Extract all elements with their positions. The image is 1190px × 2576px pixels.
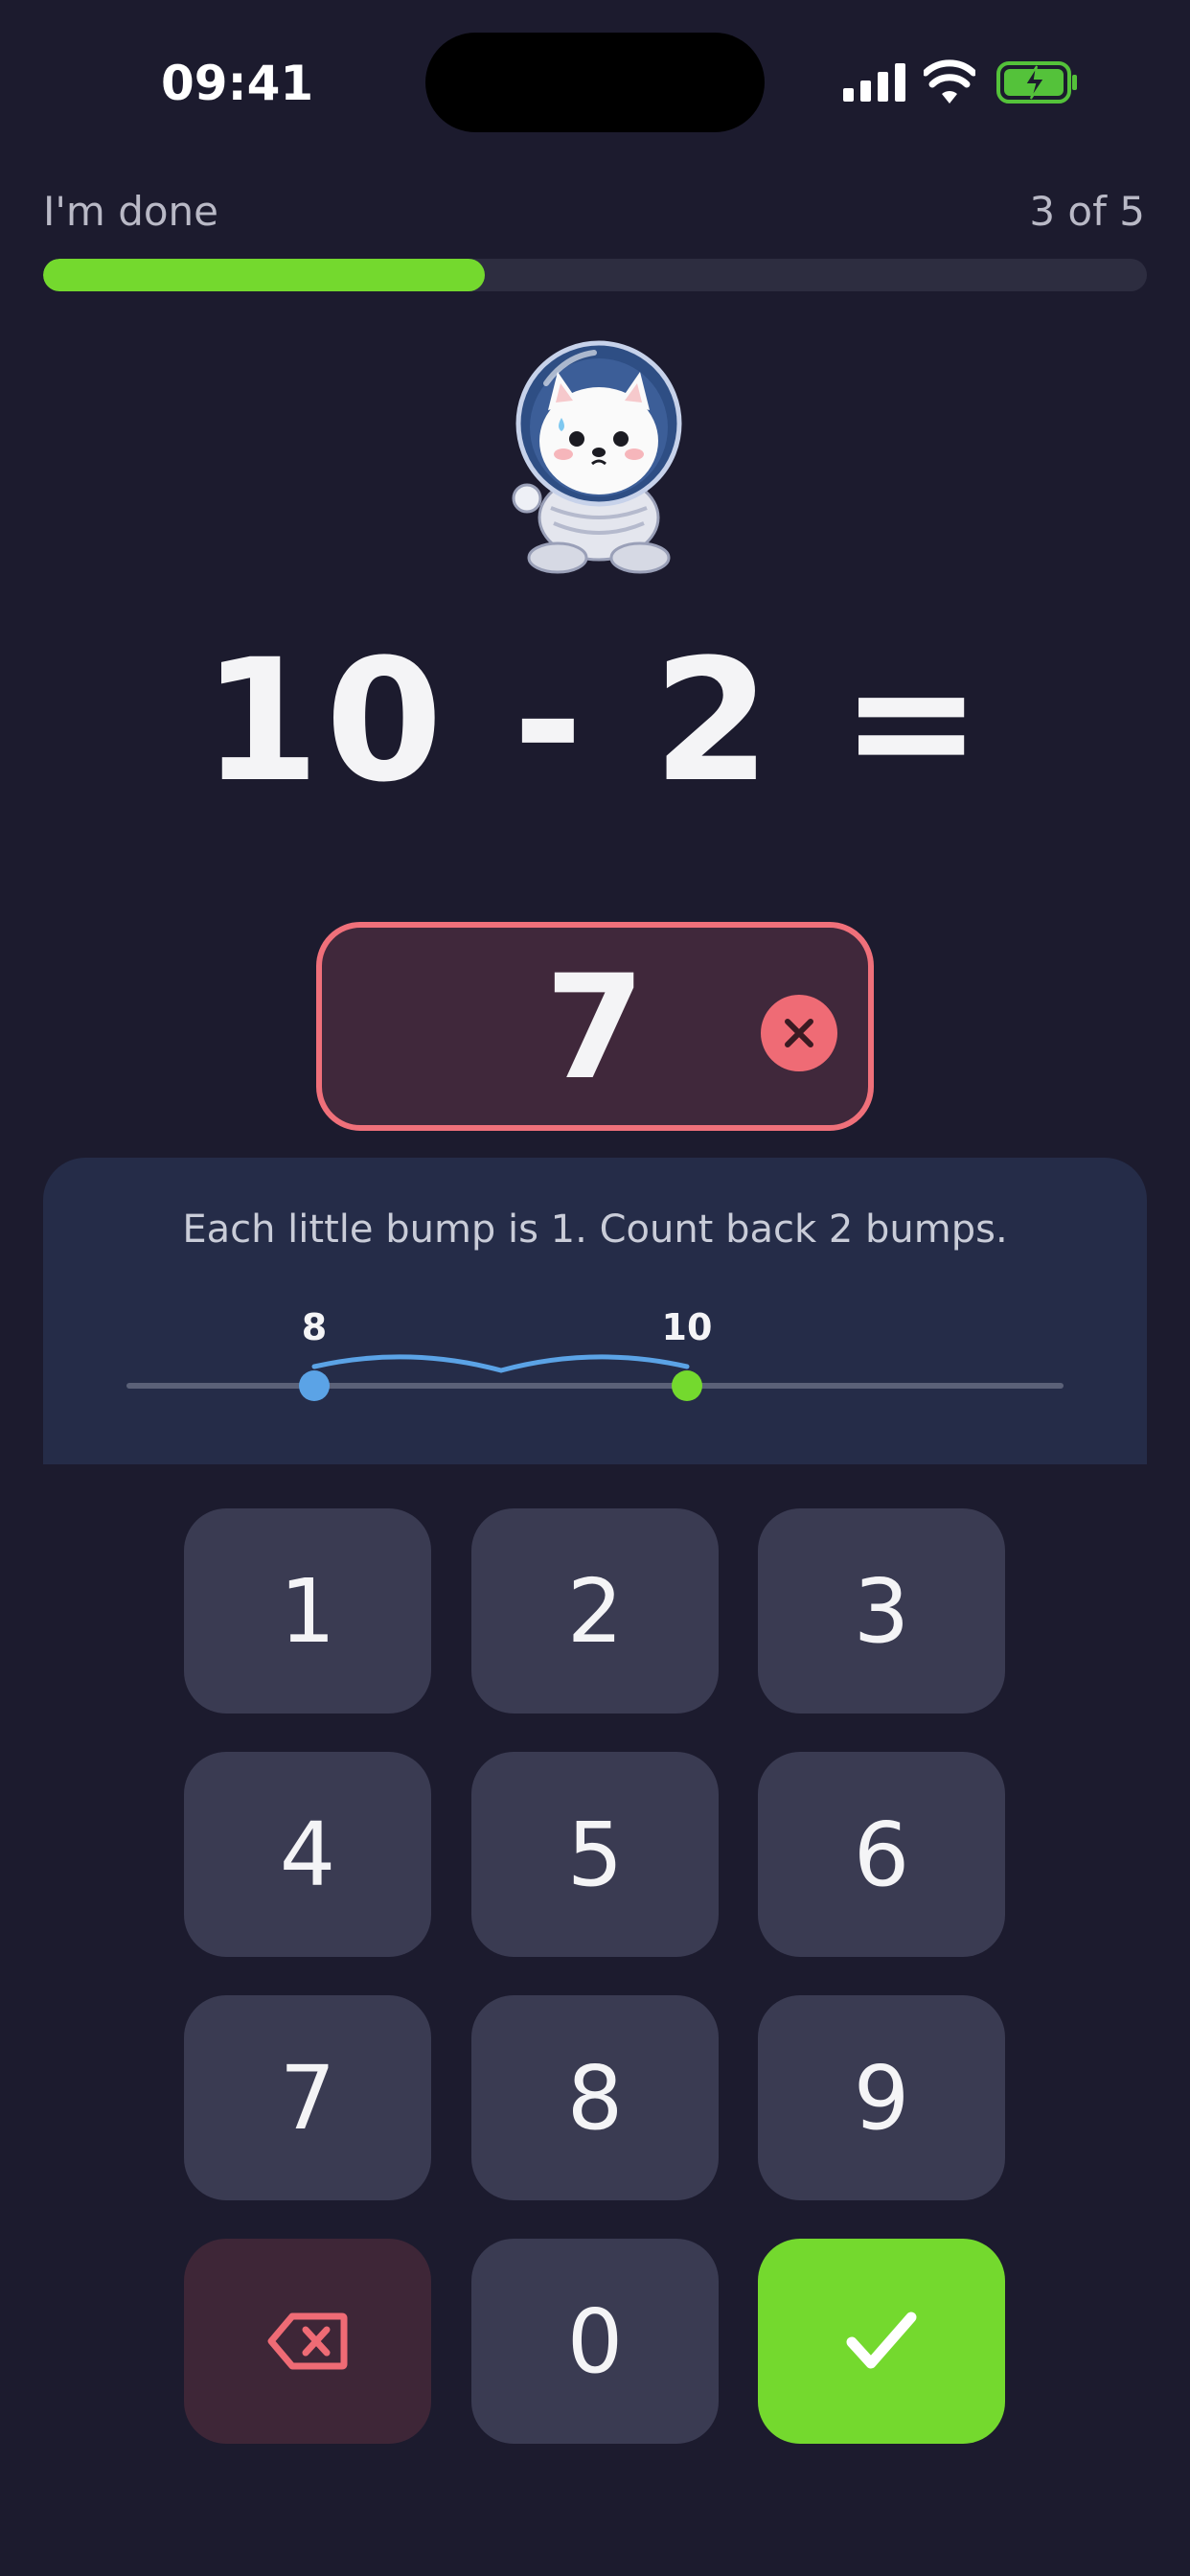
key-2[interactable]: 2 <box>471 1508 719 1714</box>
progress-fill <box>43 259 485 291</box>
key-7[interactable]: 7 <box>184 1995 431 2200</box>
hint-panel: Each little bump is 1. Count back 2 bump… <box>43 1158 1147 1464</box>
start-point-label: 10 <box>662 1306 713 1348</box>
key-8[interactable]: 8 <box>471 1995 719 2200</box>
backspace-icon <box>267 2312 348 2370</box>
key-5[interactable]: 5 <box>471 1752 719 1957</box>
answer-field[interactable]: 7 <box>316 922 874 1131</box>
close-icon <box>785 1019 813 1047</box>
key-3[interactable]: 3 <box>758 1508 1005 1714</box>
end-point-marker <box>299 1370 330 1401</box>
math-equation: 10 - 2 = <box>202 623 988 819</box>
count-back-bumps <box>311 1354 690 1373</box>
backspace-button[interactable] <box>184 2239 431 2444</box>
key-1[interactable]: 1 <box>184 1508 431 1714</box>
number-line: 8 10 <box>126 1306 1064 1401</box>
dynamic-island <box>425 33 765 132</box>
status-time: 09:41 <box>161 56 314 111</box>
astronaut-dog-mascot-icon <box>512 340 682 574</box>
submit-button[interactable] <box>758 2239 1005 2444</box>
start-point-marker <box>672 1370 702 1401</box>
key-6[interactable]: 6 <box>758 1752 1005 1957</box>
key-9[interactable]: 9 <box>758 1995 1005 2200</box>
progress-count: 3 of 5 <box>1029 188 1145 235</box>
checkmark-icon <box>846 2312 917 2369</box>
battery-charging-icon <box>996 61 1077 104</box>
key-0[interactable]: 0 <box>471 2239 719 2444</box>
clear-answer-button[interactable] <box>761 995 837 1071</box>
end-point-label: 8 <box>302 1306 327 1348</box>
cellular-signal-icon <box>843 63 905 102</box>
im-done-link[interactable]: I'm done <box>43 188 218 235</box>
key-4[interactable]: 4 <box>184 1752 431 1957</box>
progress-bar <box>43 259 1147 291</box>
wifi-icon <box>924 59 975 104</box>
